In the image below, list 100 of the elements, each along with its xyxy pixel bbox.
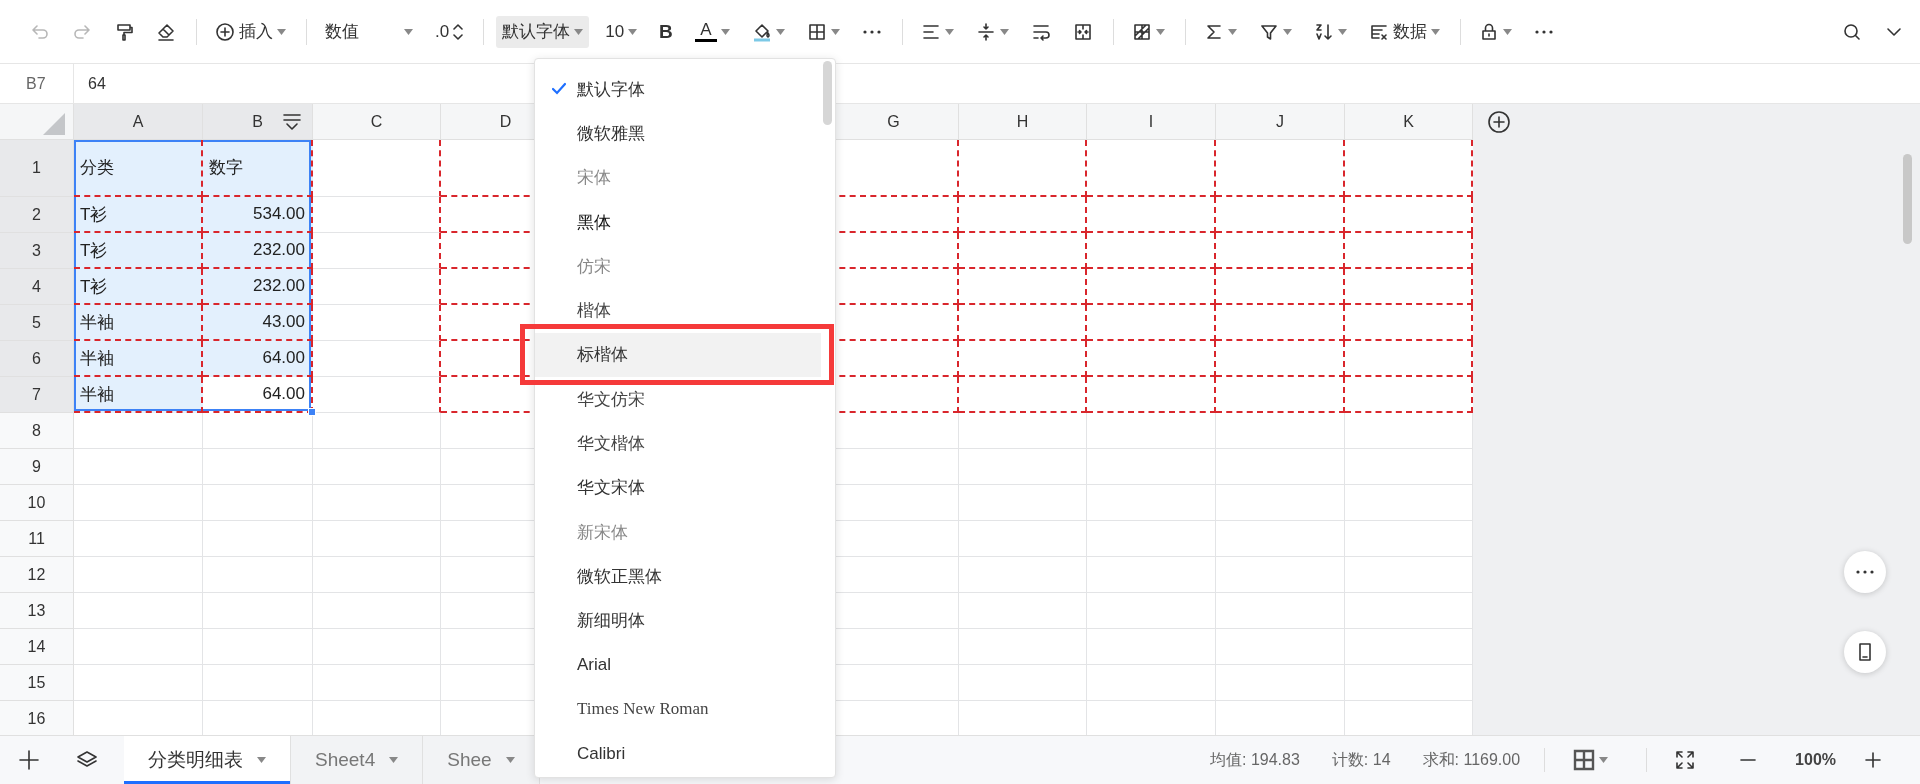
row-header[interactable]: 15 bbox=[0, 665, 74, 701]
table-cell[interactable] bbox=[1087, 269, 1216, 305]
table-cell[interactable] bbox=[959, 233, 1087, 269]
sheet-tab[interactable]: Sheet4 bbox=[291, 736, 424, 784]
table-cell[interactable]: 数字 bbox=[203, 140, 313, 197]
column-header[interactable]: A bbox=[74, 104, 203, 140]
more-icon bbox=[861, 28, 882, 35]
table-cell[interactable]: T衫 bbox=[74, 269, 203, 305]
formula-value[interactable]: 64 bbox=[74, 74, 106, 93]
row-header[interactable]: 5 bbox=[0, 305, 74, 341]
table-cell[interactable] bbox=[959, 197, 1087, 233]
font-option[interactable]: 华文楷体 bbox=[535, 421, 821, 466]
caret-icon bbox=[1599, 757, 1609, 763]
column-header[interactable]: B bbox=[203, 104, 313, 140]
font-option[interactable]: 宋体 bbox=[535, 155, 821, 200]
table-cell[interactable]: 534.00 bbox=[203, 197, 313, 233]
table-cell[interactable] bbox=[313, 269, 441, 305]
font-option[interactable]: 新宋体 bbox=[535, 509, 821, 555]
table-cell[interactable] bbox=[1216, 140, 1345, 197]
row-header[interactable]: 11 bbox=[0, 521, 74, 557]
table-cell[interactable] bbox=[1216, 269, 1345, 305]
table-cell[interactable] bbox=[959, 140, 1087, 197]
data-button[interactable]: 数据 bbox=[1362, 15, 1446, 48]
font-option[interactable]: 黑体 bbox=[535, 199, 821, 245]
row-header[interactable]: 10 bbox=[0, 485, 74, 521]
column-header[interactable]: J bbox=[1216, 104, 1345, 140]
table-cell[interactable] bbox=[1216, 197, 1345, 233]
table-cell[interactable] bbox=[1216, 341, 1345, 377]
row-header[interactable]: 9 bbox=[0, 449, 74, 485]
column-header[interactable]: H bbox=[959, 104, 1087, 140]
table-cell[interactable] bbox=[1087, 233, 1216, 269]
table-cell[interactable]: 64.00 bbox=[203, 377, 313, 413]
table-cell[interactable]: 64.00 bbox=[203, 341, 313, 377]
table-cell[interactable]: 半袖 bbox=[74, 377, 203, 413]
caret-icon bbox=[277, 28, 286, 35]
table-cell[interactable] bbox=[959, 305, 1087, 341]
table-cell[interactable]: 半袖 bbox=[74, 341, 203, 377]
table-cell[interactable] bbox=[1216, 233, 1345, 269]
font-option[interactable]: Arial bbox=[535, 642, 821, 688]
scrollbar-thumb[interactable] bbox=[1903, 154, 1912, 244]
column-header[interactable]: I bbox=[1087, 104, 1216, 140]
sheet-tab[interactable]: Shee bbox=[423, 736, 540, 784]
table-cell[interactable] bbox=[1087, 377, 1216, 413]
row-header[interactable]: 16 bbox=[0, 701, 74, 735]
row-header[interactable]: 14 bbox=[0, 629, 74, 665]
font-color-button[interactable]: A bbox=[688, 15, 736, 48]
table-cell[interactable] bbox=[1087, 140, 1216, 197]
table-cell[interactable] bbox=[959, 269, 1087, 305]
table-cell[interactable]: 43.00 bbox=[203, 305, 313, 341]
fill-handle[interactable] bbox=[308, 408, 316, 416]
row-header[interactable]: 2 bbox=[0, 197, 74, 233]
column-header[interactable]: K bbox=[1345, 104, 1473, 140]
table-cell[interactable] bbox=[1087, 197, 1216, 233]
table-cell[interactable] bbox=[959, 377, 1087, 413]
font-option[interactable]: 微软正黑体 bbox=[535, 554, 821, 599]
table-cell[interactable] bbox=[1087, 305, 1216, 341]
cell-style-icon bbox=[1131, 21, 1152, 42]
table-cell[interactable]: T衫 bbox=[74, 197, 203, 233]
caret-icon bbox=[999, 28, 1009, 35]
font-option[interactable]: 华文宋体 bbox=[535, 465, 821, 510]
row-header[interactable]: 8 bbox=[0, 413, 74, 449]
bold-button[interactable]: B bbox=[653, 15, 679, 48]
font-option[interactable]: 楷体 bbox=[535, 288, 821, 333]
insert-button[interactable]: 插入 bbox=[209, 15, 292, 48]
table-cell[interactable] bbox=[959, 341, 1087, 377]
table-cell[interactable]: 232.00 bbox=[203, 269, 313, 305]
row-header[interactable]: 3 bbox=[0, 233, 74, 269]
table-cell[interactable] bbox=[313, 140, 441, 197]
table-cell[interactable] bbox=[1087, 341, 1216, 377]
table-cell[interactable] bbox=[313, 341, 441, 377]
table-cell[interactable]: T衫 bbox=[74, 233, 203, 269]
font-option[interactable]: 仿宋 bbox=[535, 244, 821, 289]
select-all-corner[interactable] bbox=[0, 104, 74, 140]
table-cell[interactable] bbox=[313, 233, 441, 269]
merge-cells-icon bbox=[1072, 21, 1093, 42]
table-cell[interactable] bbox=[1216, 305, 1345, 341]
row-header[interactable]: 7 bbox=[0, 377, 74, 413]
cell-reference[interactable]: B7 bbox=[0, 64, 74, 103]
font-option[interactable]: Times New Roman bbox=[535, 687, 821, 732]
font-size-select[interactable]: 10 bbox=[599, 15, 644, 48]
row-header[interactable]: 1 bbox=[0, 140, 74, 197]
column-header[interactable]: C bbox=[313, 104, 441, 140]
row-header[interactable]: 6 bbox=[0, 341, 74, 377]
table-cell[interactable] bbox=[1216, 377, 1345, 413]
font-option[interactable]: 标楷体 bbox=[535, 332, 821, 378]
table-cell[interactable] bbox=[313, 305, 441, 341]
font-family-select[interactable]: 默认字体 bbox=[496, 15, 590, 48]
decimal-button[interactable]: .0 bbox=[429, 15, 470, 48]
table-cell[interactable]: 半袖 bbox=[74, 305, 203, 341]
number-format-select[interactable]: 数值 bbox=[319, 15, 419, 48]
sheet-tab[interactable]: 分类明细表 bbox=[124, 736, 291, 784]
table-cell[interactable] bbox=[313, 197, 441, 233]
row-header[interactable]: 13 bbox=[0, 593, 74, 629]
table-cell[interactable]: 分类 bbox=[74, 140, 203, 197]
scrollbar-thumb[interactable] bbox=[823, 61, 832, 125]
row-header[interactable]: 4 bbox=[0, 269, 74, 305]
font-option[interactable]: 华文仿宋 bbox=[535, 377, 821, 422]
font-option[interactable]: 新细明体 bbox=[535, 598, 821, 643]
table-cell[interactable]: 232.00 bbox=[203, 233, 313, 269]
row-header[interactable]: 12 bbox=[0, 557, 74, 593]
